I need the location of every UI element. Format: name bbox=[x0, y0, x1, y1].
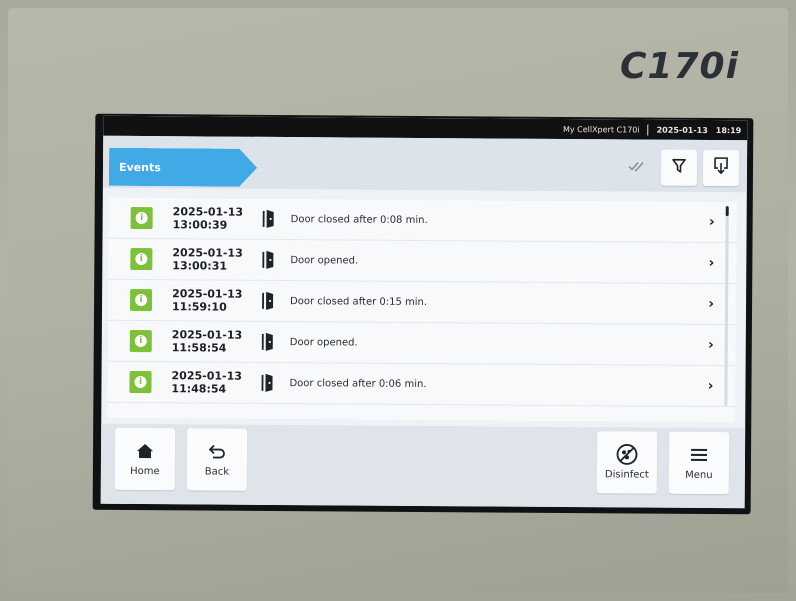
double-check-icon bbox=[628, 158, 646, 176]
home-button[interactable]: Home bbox=[114, 427, 176, 491]
footer-bar: Home Back Disinfect Menu bbox=[100, 423, 746, 509]
home-label: Home bbox=[130, 465, 160, 477]
chevron-right-icon[interactable]: › bbox=[709, 255, 715, 271]
list-item[interactable]: i 2025-01-13 13:00:31 Door opened. › bbox=[108, 238, 737, 285]
touchscreen: My CellXpert C170i 2025-01-13 18:19 Even… bbox=[100, 115, 748, 509]
status-date: 2025-01-13 bbox=[656, 125, 708, 135]
event-timestamp: 2025-01-13 13:00:39 bbox=[173, 205, 244, 231]
event-timestamp: 2025-01-13 13:00:31 bbox=[172, 246, 243, 272]
event-date: 2025-01-13 bbox=[172, 205, 244, 219]
list-item[interactable]: i 2025-01-13 11:58:54 Door opened. › bbox=[107, 320, 736, 367]
export-button[interactable] bbox=[702, 149, 740, 187]
disinfect-label: Disinfect bbox=[604, 468, 649, 481]
page-title-tab: Events bbox=[109, 148, 257, 187]
event-date: 2025-01-13 bbox=[172, 246, 243, 260]
chevron-right-icon[interactable]: › bbox=[708, 337, 714, 353]
disinfect-icon bbox=[616, 443, 638, 465]
chevron-right-icon[interactable]: › bbox=[708, 296, 714, 312]
list-item[interactable]: i 2025-01-13 11:48:54 Door closed after … bbox=[107, 361, 736, 408]
home-icon bbox=[136, 441, 154, 459]
filter-button[interactable] bbox=[660, 149, 698, 186]
event-time: 11:58:54 bbox=[171, 341, 227, 355]
menu-label: Menu bbox=[685, 469, 713, 481]
chevron-right-icon[interactable]: › bbox=[708, 378, 714, 394]
event-time: 11:59:10 bbox=[171, 300, 227, 314]
info-icon: i bbox=[130, 288, 153, 312]
events-list[interactable]: i 2025-01-13 13:00:39 Door closed after … bbox=[107, 197, 737, 423]
event-date: 2025-01-13 bbox=[171, 328, 243, 342]
chevron-right-icon[interactable]: › bbox=[709, 214, 715, 230]
filter-icon bbox=[672, 158, 686, 178]
door-icon bbox=[259, 373, 275, 393]
list-item[interactable]: i 2025-01-13 13:00:39 Door closed after … bbox=[108, 197, 737, 244]
event-date: 2025-01-13 bbox=[171, 369, 242, 383]
page-header: Events bbox=[102, 135, 748, 193]
event-message: Door closed after 0:06 min. bbox=[289, 377, 427, 390]
door-icon bbox=[260, 332, 276, 352]
scrollbar-thumb[interactable] bbox=[725, 206, 729, 217]
info-icon: i bbox=[129, 370, 152, 394]
device-name: My CellXpert C170i bbox=[562, 124, 640, 135]
event-time: 13:00:31 bbox=[172, 259, 228, 273]
acknowledge-all-button[interactable] bbox=[619, 149, 655, 185]
back-label: Back bbox=[204, 465, 230, 478]
event-time: 11:48:54 bbox=[171, 382, 227, 396]
status-time: 18:19 bbox=[715, 125, 742, 135]
event-time: 13:00:39 bbox=[172, 218, 228, 232]
back-button[interactable]: Back bbox=[186, 428, 248, 491]
door-icon bbox=[260, 250, 276, 270]
status-separator bbox=[647, 124, 649, 136]
disinfect-button[interactable]: Disinfect bbox=[596, 431, 658, 494]
door-icon bbox=[260, 291, 276, 311]
event-message: Door closed after 0:15 min. bbox=[290, 295, 428, 308]
event-message: Door opened. bbox=[289, 336, 358, 349]
list-item[interactable]: i 2025-01-13 11:59:10 Door closed after … bbox=[107, 279, 737, 326]
door-icon bbox=[261, 209, 277, 229]
header-actions bbox=[619, 149, 740, 187]
export-icon bbox=[713, 157, 729, 179]
back-arrow-icon bbox=[208, 442, 226, 460]
info-icon: i bbox=[129, 329, 152, 353]
event-timestamp: 2025-01-13 11:48:54 bbox=[171, 369, 242, 395]
event-message: Door opened. bbox=[290, 254, 359, 267]
event-message: Door closed after 0:08 min. bbox=[290, 213, 428, 226]
info-icon: i bbox=[130, 247, 153, 271]
menu-button[interactable]: Menu bbox=[668, 431, 730, 495]
hamburger-menu-icon bbox=[690, 445, 708, 463]
info-icon: i bbox=[130, 206, 153, 230]
event-timestamp: 2025-01-13 11:59:10 bbox=[172, 287, 243, 313]
page-title: Events bbox=[118, 160, 161, 174]
device-model-label: C170i bbox=[620, 46, 739, 87]
event-timestamp: 2025-01-13 11:58:54 bbox=[172, 328, 243, 354]
event-date: 2025-01-13 bbox=[172, 287, 243, 301]
